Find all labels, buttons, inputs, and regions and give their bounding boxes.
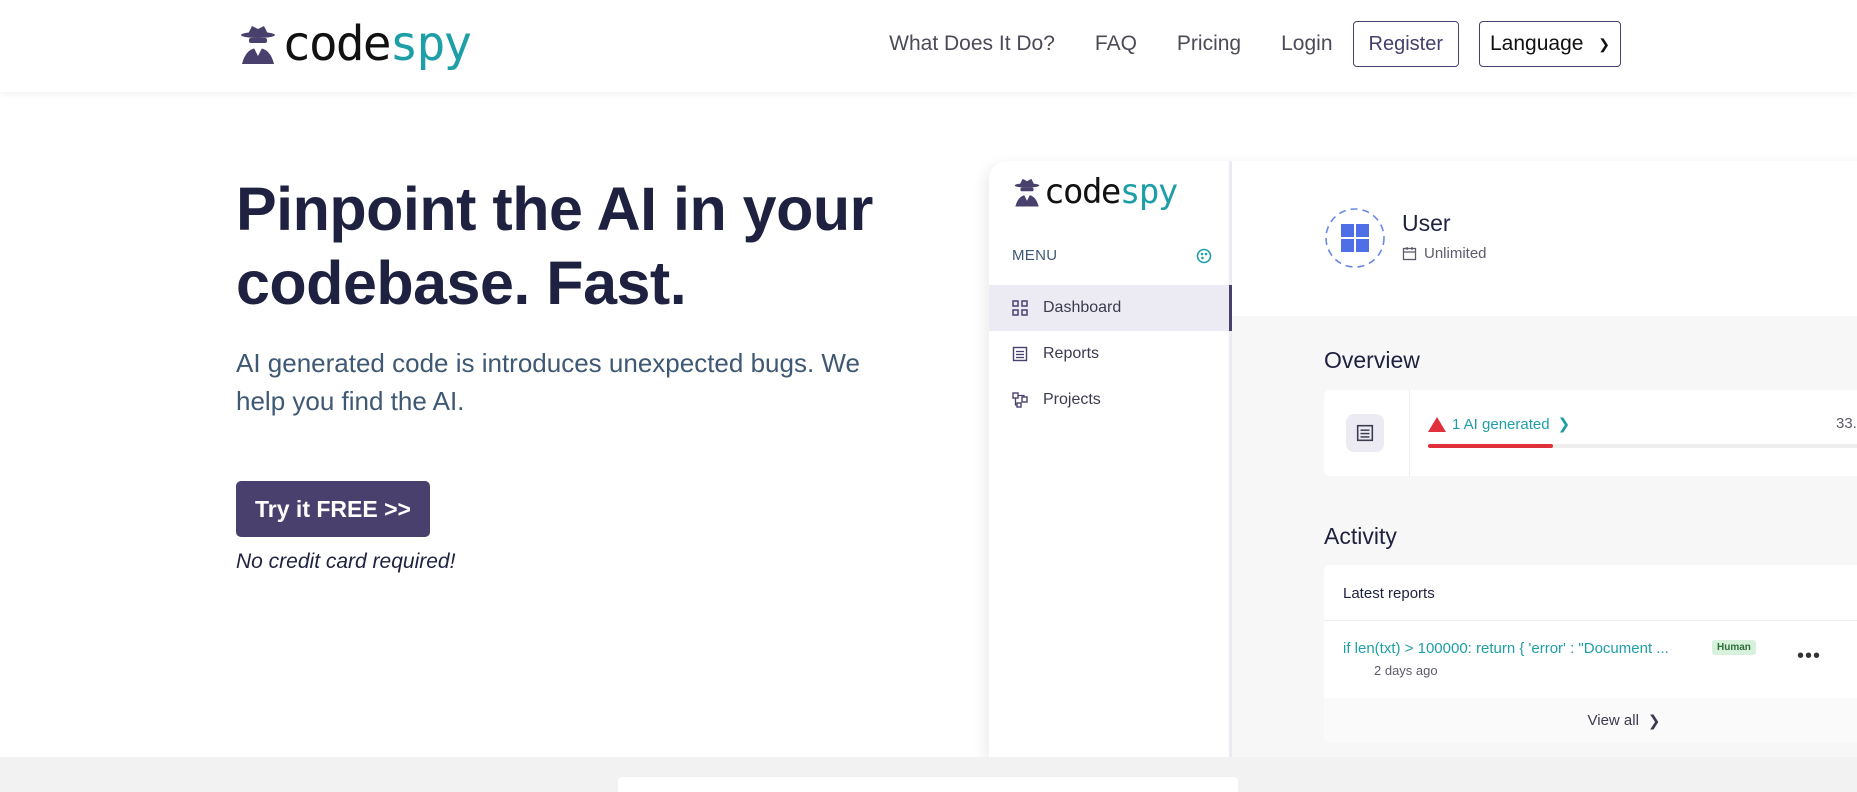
- calendar-icon: [1402, 247, 1417, 261]
- report-code-link[interactable]: if len(txt) > 100000: return { 'error' :…: [1343, 640, 1669, 657]
- project-tree-icon: [1011, 391, 1029, 409]
- overview-title: Overview: [1324, 347, 1420, 373]
- user-plan-label: Unlimited: [1424, 245, 1487, 262]
- mockup-logo-code: code: [1044, 172, 1121, 212]
- try-free-button[interactable]: Try it FREE >>: [236, 481, 430, 537]
- divider: [1324, 620, 1857, 621]
- nav-link-login[interactable]: Login: [1281, 32, 1332, 56]
- hero-title: Pinpoint the AI in your codebase. Fast.: [236, 175, 873, 317]
- user-plan: Unlimited: [1402, 245, 1487, 262]
- view-all-link[interactable]: View all ❯: [1324, 698, 1857, 743]
- ai-generated-label: 1 AI generated: [1452, 415, 1550, 433]
- activity-title: Activity: [1324, 523, 1397, 549]
- view-all-label: View all: [1587, 712, 1639, 729]
- menu-label: MENU: [1012, 247, 1058, 264]
- dashboard-mockup: code spy MENU Dashboard Reports Projects…: [989, 161, 1857, 757]
- brand-logo[interactable]: code spy: [236, 16, 473, 72]
- activity-card: Latest reports if len(txt) > 100000: ret…: [1324, 565, 1857, 743]
- sidebar-item-reports[interactable]: Reports: [989, 331, 1232, 377]
- language-select-label: Language: [1490, 32, 1584, 55]
- nav-link-what-does-it-do[interactable]: What Does It Do?: [889, 32, 1055, 56]
- ai-percent: 33.: [1836, 415, 1857, 432]
- mockup-sidebar: code spy MENU Dashboard Reports Projects: [989, 161, 1232, 757]
- ai-progress-fill: [1428, 444, 1553, 448]
- ai-progress-track: [1428, 444, 1857, 448]
- mockup-logo-spy: spy: [1119, 172, 1178, 212]
- report-timestamp: 2 days ago: [1374, 663, 1438, 678]
- overview-divider: [1409, 390, 1410, 476]
- avatar: [1325, 208, 1385, 268]
- ai-generated-link[interactable]: 1 AI generated ❯: [1428, 415, 1570, 433]
- logo-text-spy: spy: [389, 16, 473, 72]
- report-list-icon: [1011, 345, 1029, 363]
- chevron-right-icon: ❯: [1557, 416, 1571, 433]
- no-credit-card-note: No credit card required!: [236, 550, 456, 573]
- logo-text-code: code: [282, 16, 392, 72]
- mockup-logo: code spy: [1011, 172, 1178, 212]
- register-button[interactable]: Register: [1352, 21, 1459, 67]
- sidebar-item-label: Dashboard: [1043, 299, 1122, 316]
- main-nav: What Does It Do? FAQ Pricing Login Regis…: [889, 21, 1621, 67]
- chevron-down-icon: ❯: [1598, 35, 1610, 52]
- language-select[interactable]: Language ❯: [1479, 21, 1621, 67]
- human-badge: Human: [1712, 640, 1756, 655]
- user-name: User: [1402, 210, 1451, 236]
- warning-triangle-icon: [1428, 416, 1446, 432]
- overview-card: 1 AI generated ❯ 33.: [1324, 390, 1857, 476]
- spy-mascot-icon: [1014, 178, 1040, 207]
- nav-link-pricing[interactable]: Pricing: [1177, 32, 1241, 56]
- sidebar-item-projects[interactable]: Projects: [989, 377, 1232, 423]
- grid-icon: [1011, 299, 1029, 317]
- sidebar-item-dashboard[interactable]: Dashboard: [989, 285, 1232, 331]
- hero-subtitle: AI generated code is introduces unexpect…: [236, 348, 860, 416]
- menu-header: MENU: [1012, 247, 1212, 264]
- mockup-main: User Unlimited Overview 1 AI generated ❯…: [1232, 161, 1857, 757]
- palette-icon[interactable]: [1196, 248, 1212, 264]
- sidebar-item-label: Projects: [1043, 391, 1101, 408]
- top-navbar: code spy What Does It Do? FAQ Pricing Log…: [0, 0, 1857, 92]
- chevron-right-icon: ❯: [1647, 712, 1661, 730]
- user-header: User Unlimited: [1232, 161, 1857, 316]
- nav-link-faq[interactable]: FAQ: [1095, 32, 1137, 56]
- more-options-icon[interactable]: •••: [1797, 645, 1821, 668]
- next-section-card: [618, 777, 1238, 792]
- latest-reports-heading: Latest reports: [1343, 585, 1435, 602]
- spy-mascot-icon: [241, 26, 275, 64]
- report-icon: [1346, 414, 1384, 452]
- sidebar-item-label: Reports: [1043, 345, 1100, 362]
